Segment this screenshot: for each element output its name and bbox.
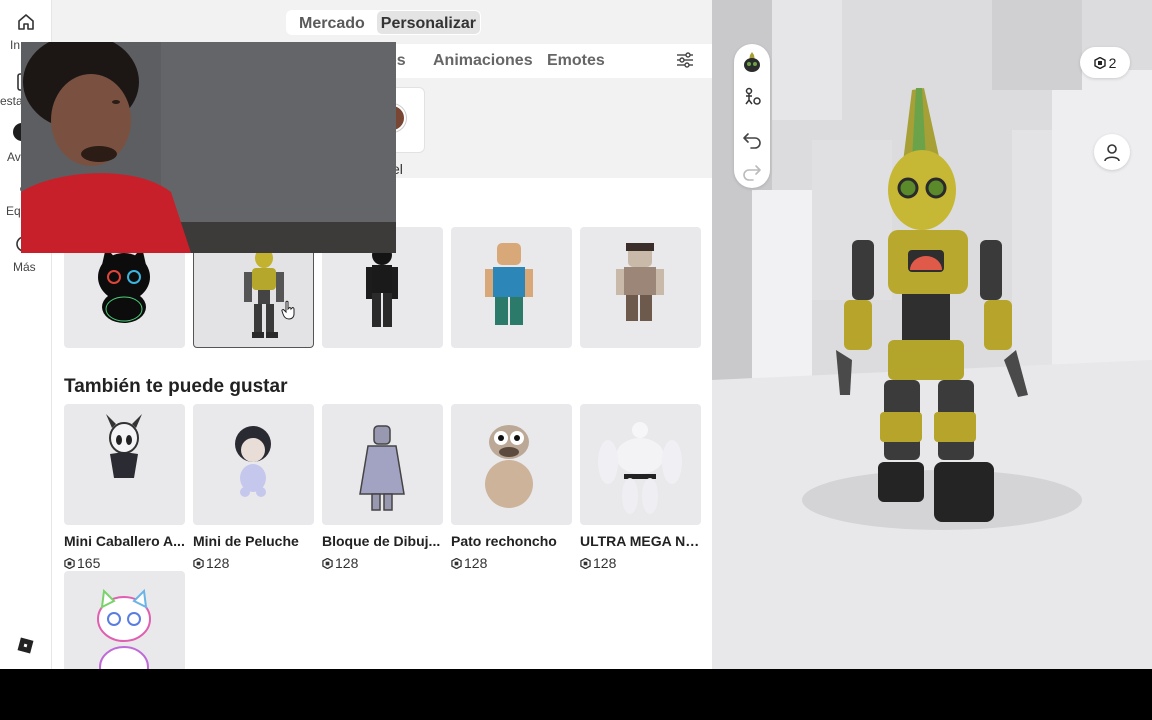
recommended-item-thumbnail[interactable]: [64, 571, 185, 669]
nav-item-label: Más: [13, 260, 36, 274]
redo-icon[interactable]: [741, 160, 763, 182]
knight-thumbnail: [106, 414, 142, 478]
owned-item-card[interactable]: [451, 227, 572, 348]
recommended-item-thumbnail[interactable]: [64, 404, 185, 525]
nav-item-label: Eq: [6, 204, 21, 218]
nav-item-home[interactable]: In: [0, 12, 52, 52]
plush-thumbnail: [235, 426, 271, 497]
item-name[interactable]: ULTRA MEGA NO...: [580, 533, 701, 549]
item-price: 128: [580, 555, 616, 571]
robux-icon: [580, 557, 591, 569]
item-name[interactable]: Mini Caballero A...: [64, 533, 185, 549]
tab-emotes[interactable]: Emotes: [547, 52, 605, 70]
item-price: 128: [451, 555, 487, 571]
recommended-item-thumbnail[interactable]: [451, 404, 572, 525]
nav-item-label: esta: [0, 94, 23, 108]
robux-balance-button[interactable]: 2: [1080, 47, 1130, 78]
recommended-item-thumbnail[interactable]: [322, 404, 443, 525]
avatar-preview-viewport[interactable]: 2: [712, 0, 1152, 669]
recommended-item-thumbnail[interactable]: [193, 404, 314, 525]
rainbow-cat-thumbnail: [97, 588, 151, 669]
price-value: 128: [464, 555, 488, 571]
nav-item-label: Av: [7, 150, 21, 164]
undo-icon[interactable]: [741, 128, 763, 150]
tab-animaciones[interactable]: Animaciones: [433, 52, 533, 70]
duck-thumbnail: [485, 425, 533, 508]
filter-icon[interactable]: [676, 51, 694, 69]
avatar-profile-button[interactable]: [1094, 134, 1130, 170]
hand-cursor-icon: [281, 300, 295, 320]
roblox-logo-icon[interactable]: [17, 637, 34, 654]
preview-toolbar: [734, 44, 770, 188]
section-title: También te puede gustar: [64, 376, 288, 397]
item-price: 165: [64, 555, 100, 571]
home-icon: [18, 14, 34, 30]
nav-item-label: In: [10, 38, 21, 52]
item-price: 128: [322, 555, 358, 571]
app-window: In esta Av Eq Más Mercado Personalizar o…: [0, 0, 1152, 669]
muscle-thumbnail: [598, 422, 682, 514]
item-name[interactable]: Mini de Peluche: [193, 533, 314, 549]
zombie-avatar-thumbnail: [616, 243, 664, 321]
price-value: 128: [206, 555, 230, 571]
owned-item-card[interactable]: [580, 227, 701, 348]
recommended-item-thumbnail[interactable]: [580, 404, 701, 525]
robux-icon: [322, 557, 333, 569]
segment-mercado[interactable]: Mercado: [287, 11, 377, 34]
classic-avatar-thumbnail: [485, 243, 533, 325]
webcam-overlay: [21, 42, 396, 253]
robux-balance: 2: [1108, 54, 1117, 71]
body-settings-icon[interactable]: [741, 86, 763, 108]
robux-icon: [64, 557, 75, 569]
drawing-block-thumbnail: [359, 425, 405, 511]
body-thumbnail-icon[interactable]: [741, 52, 763, 74]
robux-icon: [193, 557, 204, 569]
price-value: 165: [77, 555, 101, 571]
price-value: 128: [593, 555, 617, 571]
price-value: 128: [335, 555, 359, 571]
robux-icon: [1093, 56, 1106, 69]
segment-personalizar[interactable]: Personalizar: [376, 11, 480, 34]
robux-icon: [451, 557, 462, 569]
item-price: 128: [193, 555, 229, 571]
person-icon: [1104, 144, 1120, 162]
item-name[interactable]: Bloque de Dibuj...: [322, 533, 443, 549]
scene-3d: [712, 0, 1152, 669]
mode-switch: Mercado Personalizar: [286, 10, 481, 35]
item-name[interactable]: Pato rechoncho: [451, 533, 572, 549]
webcam-feed: [21, 42, 396, 253]
